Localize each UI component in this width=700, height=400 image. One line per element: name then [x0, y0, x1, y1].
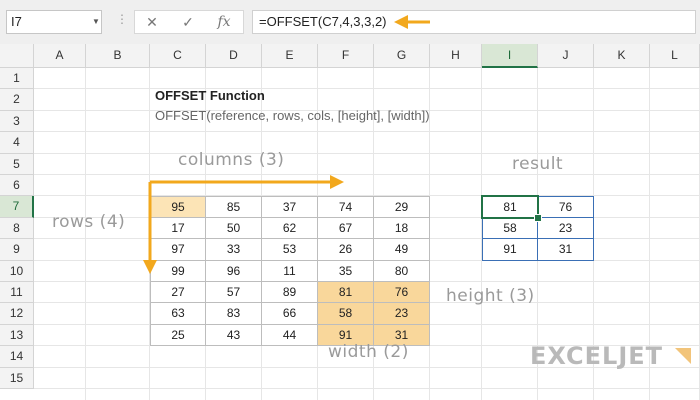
row-header-15[interactable]: 15 — [0, 367, 34, 389]
gridline-horizontal — [34, 88, 700, 90]
table-cell[interactable]: 97 — [150, 239, 206, 261]
table-cell[interactable]: 29 — [374, 196, 430, 218]
formula-input[interactable]: =OFFSET(C7,4,3,3,2) — [252, 10, 696, 34]
table-cell[interactable]: 83 — [206, 303, 262, 325]
result-cell[interactable]: 76 — [538, 196, 594, 218]
table-cell[interactable]: 67 — [318, 217, 374, 240]
row-header-12[interactable]: 12 — [0, 303, 34, 325]
row-header-8[interactable]: 8 — [0, 217, 34, 240]
result-cell[interactable]: 31 — [538, 239, 594, 261]
result-cell[interactable]: 81 — [482, 196, 538, 218]
table-cell[interactable]: 37 — [262, 196, 318, 218]
table-cell[interactable]: 89 — [262, 282, 318, 304]
row-header-2[interactable]: 2 — [0, 89, 34, 111]
row-header-6[interactable]: 6 — [0, 175, 34, 197]
table-cell[interactable]: 62 — [262, 217, 318, 240]
gridline-horizontal — [34, 388, 700, 389]
gridline-horizontal — [34, 174, 700, 175]
more-icon: ⋮ — [116, 12, 128, 26]
name-box[interactable]: I7 — [6, 10, 102, 34]
row-header-1[interactable]: 1 — [0, 68, 34, 90]
table-cell[interactable]: 76 — [374, 282, 430, 304]
width-annotation: width (2) — [328, 342, 409, 362]
row-header-5[interactable]: 5 — [0, 153, 34, 175]
result-cell[interactable]: 23 — [538, 217, 594, 240]
table-cell[interactable]: 17 — [150, 217, 206, 240]
table-cell[interactable]: 81 — [318, 282, 374, 304]
table-cell[interactable]: 99 — [150, 260, 206, 282]
insert-function-icon[interactable]: fx — [209, 11, 239, 33]
column-header-f[interactable]: F — [318, 44, 374, 68]
row-header-14[interactable]: 14 — [0, 346, 34, 368]
table-cell[interactable]: 23 — [374, 303, 430, 325]
columns-annotation: columns (3) — [178, 150, 285, 170]
rows-annotation: rows (4) — [52, 212, 126, 232]
table-cell[interactable]: 74 — [318, 196, 374, 218]
table-cell[interactable]: 63 — [150, 303, 206, 325]
formula-bar: I7 ▼ ⋮ ✕ ✓ fx =OFFSET(C7,4,3,3,2) — [0, 0, 700, 44]
cancel-icon[interactable]: ✕ — [137, 11, 167, 33]
gridline-horizontal — [34, 131, 700, 133]
result-annotation: result — [512, 154, 564, 174]
result-cell[interactable]: 58 — [482, 217, 538, 240]
table-cell[interactable]: 80 — [374, 260, 430, 282]
result-cell[interactable]: 91 — [482, 239, 538, 261]
table-cell[interactable]: 27 — [150, 282, 206, 304]
table-cell[interactable]: 35 — [318, 260, 374, 282]
logo-mark-icon — [675, 348, 692, 364]
function-syntax: OFFSET(reference, rows, cols, [height], … — [155, 108, 430, 123]
table-cell[interactable]: 33 — [206, 239, 262, 261]
logo-text: EXCELJET — [530, 342, 664, 370]
table-cell[interactable]: 96 — [206, 260, 262, 282]
table-cell[interactable]: 43 — [206, 324, 262, 347]
table-cell[interactable]: 50 — [206, 217, 262, 240]
gridline-horizontal — [34, 152, 700, 154]
table-cell[interactable]: 25 — [150, 324, 206, 347]
column-header-a[interactable]: A — [34, 44, 86, 68]
column-header-i[interactable]: I — [482, 44, 538, 68]
table-cell[interactable]: 66 — [262, 303, 318, 325]
sheet-title: OFFSET Function — [155, 88, 265, 103]
fill-handle[interactable] — [534, 213, 542, 222]
table-cell[interactable]: 44 — [262, 324, 318, 347]
column-header-l[interactable]: L — [650, 44, 700, 68]
exceljet-logo: EXCELJET — [530, 342, 694, 370]
row-header-13[interactable]: 13 — [0, 324, 34, 347]
row-header-4[interactable]: 4 — [0, 132, 34, 154]
gridline-vertical — [85, 68, 86, 400]
table-cell[interactable]: 18 — [374, 217, 430, 240]
select-all-corner[interactable] — [0, 44, 34, 68]
column-header-e[interactable]: E — [262, 44, 318, 68]
row-header-3[interactable]: 3 — [0, 110, 34, 133]
column-header-g[interactable]: G — [374, 44, 430, 68]
column-header-j[interactable]: J — [538, 44, 594, 68]
table-cell[interactable]: 26 — [318, 239, 374, 261]
table-cell[interactable]: 57 — [206, 282, 262, 304]
height-annotation: height (3) — [446, 286, 535, 306]
column-header-d[interactable]: D — [206, 44, 262, 68]
table-cell[interactable]: 58 — [318, 303, 374, 325]
column-header-h[interactable]: H — [430, 44, 482, 68]
row-header-7[interactable]: 7 — [0, 196, 34, 218]
table-cell[interactable]: 49 — [374, 239, 430, 261]
row-header-10[interactable]: 10 — [0, 260, 34, 282]
table-cell[interactable]: 85 — [206, 196, 262, 218]
column-header-k[interactable]: K — [594, 44, 650, 68]
column-header-b[interactable]: B — [86, 44, 150, 68]
column-header-c[interactable]: C — [150, 44, 206, 68]
table-cell[interactable]: 11 — [262, 260, 318, 282]
row-header-9[interactable]: 9 — [0, 239, 34, 261]
table-cell[interactable]: 53 — [262, 239, 318, 261]
enter-icon[interactable]: ✓ — [173, 11, 203, 33]
columns-arrow — [150, 175, 344, 189]
table-cell[interactable]: 95 — [150, 196, 206, 218]
chevron-down-icon[interactable]: ▼ — [92, 10, 100, 34]
row-header-11[interactable]: 11 — [0, 282, 34, 304]
formula-buttons: ✕ ✓ fx — [134, 10, 244, 34]
